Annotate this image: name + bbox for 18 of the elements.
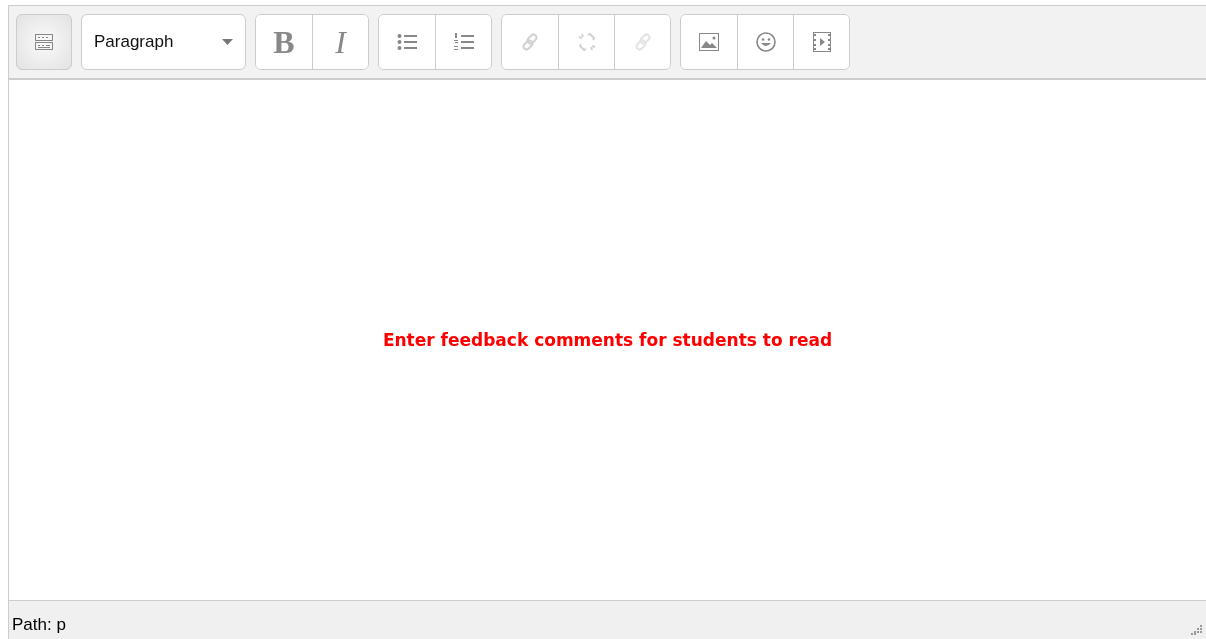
toolbar-toggle-button[interactable]	[16, 14, 72, 70]
keyboard-icon	[35, 34, 53, 50]
format-dropdown[interactable]: Paragraph	[81, 14, 246, 70]
numbers-button[interactable]	[435, 15, 491, 69]
element-path: Path: p	[12, 615, 66, 635]
media-button[interactable]	[793, 15, 849, 69]
link-icon	[521, 33, 539, 51]
resize-grip-icon	[1190, 623, 1202, 635]
film-icon	[812, 32, 831, 52]
italic-button[interactable]: I	[312, 15, 368, 69]
broken-link-icon	[577, 33, 596, 51]
smiley-icon	[755, 32, 776, 52]
bullet-list-icon	[397, 33, 417, 51]
caret-icon	[222, 39, 233, 45]
image-icon	[699, 33, 719, 51]
feedback-message: Enter feedback comments for students to read	[382, 330, 833, 350]
numbered-list-icon	[453, 33, 474, 51]
link-icon	[633, 33, 652, 51]
